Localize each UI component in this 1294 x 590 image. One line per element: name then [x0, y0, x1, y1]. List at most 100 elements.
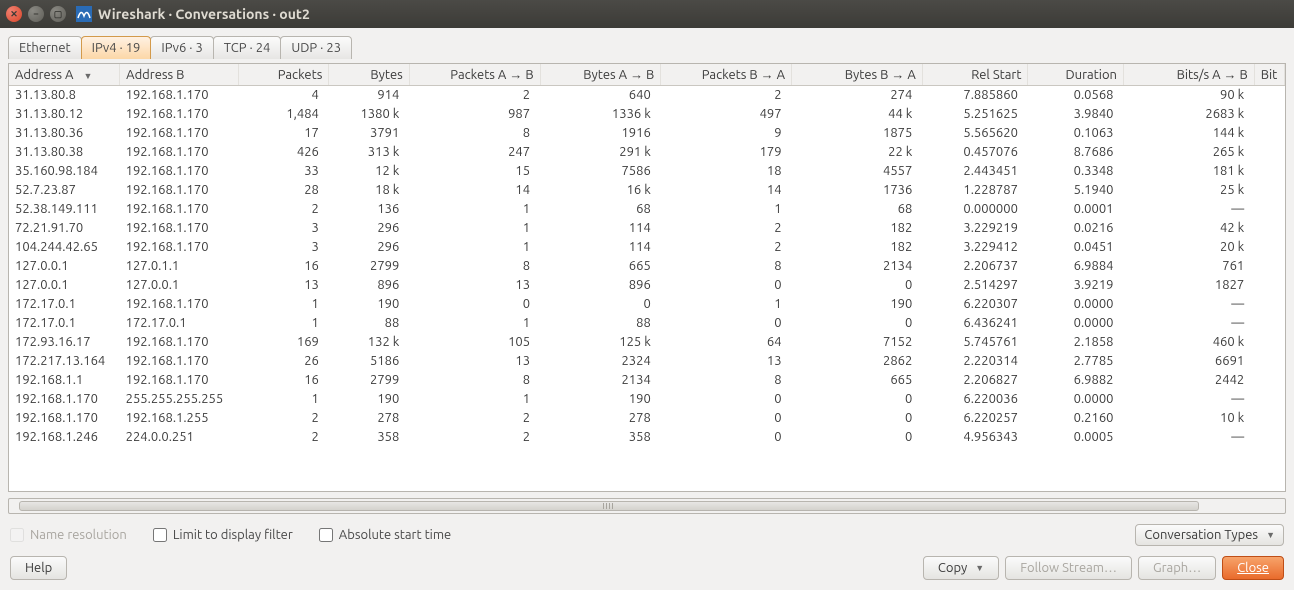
limit-filter-label: Limit to display filter	[173, 528, 293, 542]
window-maximize-button[interactable]: ▢	[50, 6, 66, 22]
tab-udp-23[interactable]: UDP · 23	[280, 36, 352, 59]
close-button[interactable]: Close	[1222, 556, 1284, 580]
tab-tcp-24[interactable]: TCP · 24	[213, 36, 282, 59]
table-cell: 13	[661, 352, 792, 371]
table-row[interactable]: 35.160.98.184192.168.1.1703312 k15758618…	[9, 162, 1285, 181]
column-header[interactable]: Packets B → A	[661, 64, 792, 86]
column-header[interactable]: Bytes	[329, 64, 409, 86]
sort-indicator-icon: ▼	[83, 71, 92, 81]
column-header[interactable]: Rel Start	[922, 64, 1028, 86]
table-cell: 2	[661, 86, 792, 105]
table-cell: 88	[540, 314, 661, 333]
absolute-start-checkbox[interactable]: Absolute start time	[319, 528, 451, 542]
horizontal-scrollbar[interactable]	[8, 498, 1286, 514]
table-cell: 1916	[540, 124, 661, 143]
table-cell: 192.168.1.170	[120, 333, 239, 352]
window-title: Wireshark · Conversations · out2	[98, 6, 1288, 22]
table-cell: —	[1123, 314, 1254, 333]
table-row[interactable]: 192.168.1.246224.0.0.25123582358004.9563…	[9, 428, 1285, 447]
table-cell: 6.436241	[922, 314, 1028, 333]
table-row[interactable]: 52.38.149.111192.168.1.17021361681680.00…	[9, 200, 1285, 219]
table-row[interactable]: 172.17.0.1172.17.0.1188188006.4362410.00…	[9, 314, 1285, 333]
column-header[interactable]: Packets	[238, 64, 329, 86]
table-cell	[1254, 371, 1284, 390]
table-cell: 192.168.1.170	[120, 181, 239, 200]
scrollbar-thumb[interactable]	[19, 501, 1199, 511]
table-cell: 31.13.80.12	[9, 105, 120, 124]
table-row[interactable]: 31.13.80.36192.168.1.1701737918191691875…	[9, 124, 1285, 143]
table-cell: 190	[329, 295, 409, 314]
table-cell: 4	[238, 86, 329, 105]
table-row[interactable]: 52.7.23.87192.168.1.1702818 k1416 k14173…	[9, 181, 1285, 200]
table-row[interactable]: 192.168.1.1192.168.1.1701627998213486652…	[9, 371, 1285, 390]
follow-stream-label: Follow Stream…	[1020, 561, 1117, 575]
conversation-types-combo[interactable]: Conversation Types ▼	[1135, 524, 1284, 546]
table-cell: 15	[409, 162, 540, 181]
column-header[interactable]: Bytes A → B	[540, 64, 661, 86]
window-close-button[interactable]: ✕	[6, 6, 22, 22]
table-cell: 6.9884	[1028, 257, 1124, 276]
table-cell: 172.17.0.1	[9, 295, 120, 314]
table-row[interactable]: 127.0.0.1127.0.1.11627998665821342.20673…	[9, 257, 1285, 276]
table-cell: 8	[409, 124, 540, 143]
limit-filter-input[interactable]	[153, 528, 167, 542]
table-cell	[1254, 352, 1284, 371]
tab-ipv6-3[interactable]: IPv6 · 3	[150, 36, 213, 59]
table-cell: 192.168.1.170	[120, 162, 239, 181]
table-cell: 114	[540, 219, 661, 238]
column-header[interactable]: Bits/s A → B	[1123, 64, 1254, 86]
table-cell	[1254, 162, 1284, 181]
table-cell: 0	[792, 409, 923, 428]
table-cell: 313 k	[329, 143, 409, 162]
limit-filter-checkbox[interactable]: Limit to display filter	[153, 528, 293, 542]
table-cell: 1380 k	[329, 105, 409, 124]
window-minimize-button[interactable]: –	[28, 6, 44, 22]
table-cell: 497	[661, 105, 792, 124]
column-header[interactable]: Duration	[1028, 64, 1124, 86]
table-cell: —	[1123, 200, 1254, 219]
conversations-table-container: Address A▼Address BPacketsBytesPackets A…	[8, 63, 1286, 492]
column-header[interactable]: Bit	[1254, 64, 1284, 86]
table-cell: 0.0000	[1028, 314, 1124, 333]
tab-ethernet[interactable]: Ethernet	[8, 36, 82, 59]
table-row[interactable]: 72.21.91.70192.168.1.1703296111421823.22…	[9, 219, 1285, 238]
table-cell: 896	[540, 276, 661, 295]
table-row[interactable]: 172.17.0.1192.168.1.17011900011906.22030…	[9, 295, 1285, 314]
table-cell: 181 k	[1123, 162, 1254, 181]
column-header[interactable]: Packets A → B	[409, 64, 540, 86]
table-cell: 0	[540, 295, 661, 314]
table-row[interactable]: 192.168.1.170255.255.255.25511901190006.…	[9, 390, 1285, 409]
help-button[interactable]: Help	[10, 556, 67, 580]
absolute-start-input[interactable]	[319, 528, 333, 542]
table-cell: 0	[792, 390, 923, 409]
table-cell: 192.168.1.170	[120, 143, 239, 162]
table-row[interactable]: 172.217.13.164192.168.1.1702651861323241…	[9, 352, 1285, 371]
table-cell: 42 k	[1123, 219, 1254, 238]
table-row[interactable]: 31.13.80.12192.168.1.1701,4841380 k98713…	[9, 105, 1285, 124]
table-cell: 144 k	[1123, 124, 1254, 143]
table-row[interactable]: 31.13.80.8192.168.1.1704914264022747.885…	[9, 86, 1285, 105]
column-header[interactable]: Bytes B → A	[792, 64, 923, 86]
table-row[interactable]: 104.244.42.65192.168.1.1703296111421823.…	[9, 238, 1285, 257]
table-row[interactable]: 172.93.16.17192.168.1.170169132 k105125 …	[9, 333, 1285, 352]
table-cell: 265 k	[1123, 143, 1254, 162]
table-cell: 2	[409, 428, 540, 447]
table-cell: 1827	[1123, 276, 1254, 295]
table-row[interactable]: 31.13.80.38192.168.1.170426313 k247291 k…	[9, 143, 1285, 162]
table-cell	[1254, 86, 1284, 105]
table-cell: 31.13.80.36	[9, 124, 120, 143]
table-row[interactable]: 127.0.0.1127.0.0.11389613896002.5142973.…	[9, 276, 1285, 295]
tab-ipv4-19[interactable]: IPv4 · 19	[81, 36, 152, 59]
table-cell: 14	[661, 181, 792, 200]
table-cell: 25 k	[1123, 181, 1254, 200]
table-cell: 296	[329, 219, 409, 238]
copy-button[interactable]: Copy ▼	[923, 556, 999, 580]
column-header[interactable]: Address A▼	[9, 64, 120, 86]
column-header[interactable]: Address B	[120, 64, 239, 86]
table-row[interactable]: 192.168.1.170192.168.1.25522782278006.22…	[9, 409, 1285, 428]
conversations-table: Address A▼Address BPacketsBytesPackets A…	[9, 64, 1285, 447]
table-cell: 4.956343	[922, 428, 1028, 447]
chevron-down-icon: ▼	[975, 563, 984, 573]
table-cell	[1254, 124, 1284, 143]
table-cell: 192.168.1.170	[120, 200, 239, 219]
